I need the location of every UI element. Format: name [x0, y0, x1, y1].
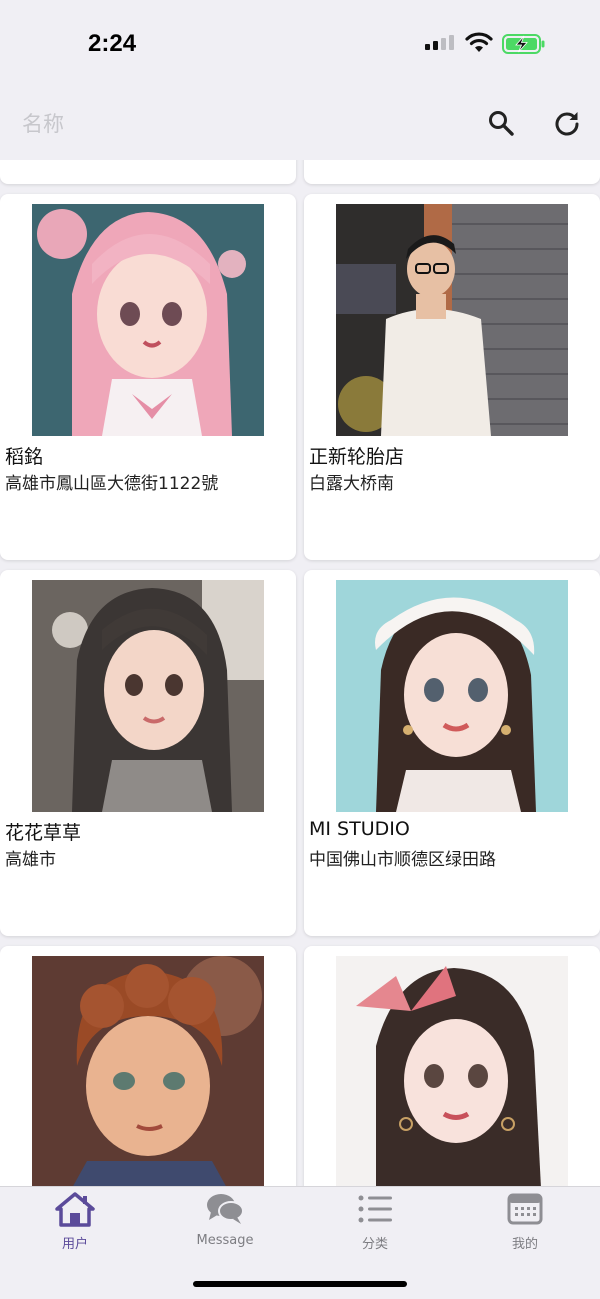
list-item[interactable] — [0, 946, 296, 1186]
list-item[interactable]: 花花草草 高雄市 — [0, 570, 296, 936]
cellular-signal-icon — [425, 35, 454, 50]
refresh-icon — [555, 112, 579, 136]
card-image — [32, 580, 264, 812]
card-image — [336, 580, 568, 812]
tab-label: 分类 — [361, 1237, 388, 1252]
card-name: 稻銘 — [5, 446, 44, 468]
calendar-icon — [507, 1193, 543, 1225]
tab-bar: 用户 Message 分类 我的 — [0, 1186, 600, 1299]
status-time: 2:24 — [88, 30, 137, 57]
card-name: 花花草草 — [5, 822, 82, 844]
tab-users[interactable]: 用户 — [0, 1187, 150, 1257]
search-input[interactable] — [22, 106, 322, 142]
card-image — [32, 956, 264, 1186]
list-item[interactable]: MI STUDIO 中国佛山市顺德区绿田路 — [304, 570, 600, 936]
battery-charging-icon — [502, 34, 545, 54]
refresh-button[interactable] — [550, 106, 584, 140]
user-card-list[interactable]: 稻銘 高雄市鳳山區大德街1122號 正新轮胎店 白露大桥南 花花草草 高雄市 M… — [0, 160, 600, 1186]
list-icon — [358, 1195, 392, 1223]
home-icon — [55, 1192, 95, 1227]
search-button[interactable] — [484, 106, 518, 140]
card-image — [336, 204, 568, 436]
chat-icon — [207, 1194, 244, 1224]
wifi-icon — [465, 32, 493, 52]
card-address: 白露大桥南 — [309, 474, 394, 494]
card-name: MI STUDIO — [309, 818, 410, 840]
tab-categories[interactable]: 分类 — [300, 1187, 450, 1257]
list-item[interactable]: 稻銘 高雄市鳳山區大德街1122號 — [0, 194, 296, 560]
tab-mine[interactable]: 我的 — [450, 1187, 600, 1257]
card-address: 中国佛山市顺德区绿田路 — [309, 850, 496, 870]
list-item[interactable] — [304, 946, 600, 1186]
status-bar: 2:24 — [0, 0, 600, 90]
home-indicator — [193, 1281, 407, 1287]
app-bar — [0, 90, 600, 160]
tab-message[interactable]: Message — [150, 1187, 300, 1257]
card-image — [336, 956, 568, 1186]
tab-label: 我的 — [511, 1237, 538, 1252]
card-address: 高雄市鳳山區大德街1122號 — [5, 474, 219, 494]
card-name: 正新轮胎店 — [309, 446, 405, 468]
search-icon — [489, 111, 514, 136]
list-item[interactable] — [0, 160, 296, 184]
card-address: 高雄市 — [5, 850, 56, 870]
list-item[interactable] — [304, 160, 600, 184]
card-image — [32, 204, 264, 436]
tab-label: 用户 — [61, 1237, 88, 1252]
list-item[interactable]: 正新轮胎店 白露大桥南 — [304, 194, 600, 560]
tab-label: Message — [196, 1233, 254, 1248]
